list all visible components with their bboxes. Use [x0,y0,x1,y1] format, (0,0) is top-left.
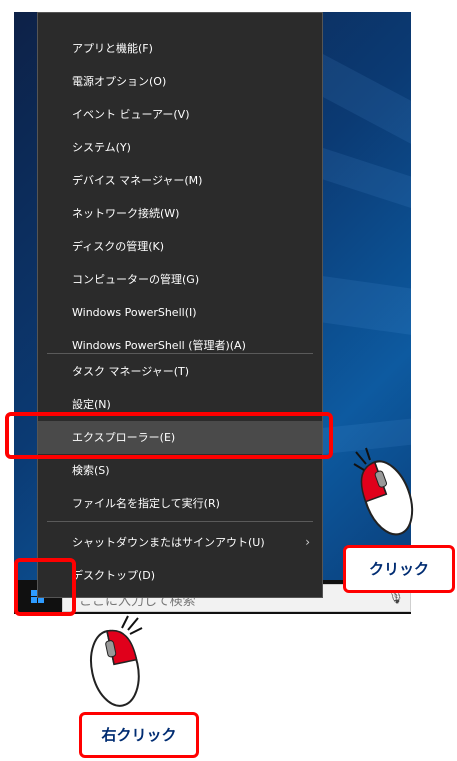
menu-item-task-manager[interactable]: タスク マネージャー(T) [38,355,322,388]
menu-item-powershell[interactable]: Windows PowerShell(I) [38,296,322,329]
menu-item-network-connections[interactable]: ネットワーク接続(W) [38,197,322,230]
click-label: クリック [343,545,455,593]
menu-item-power-options[interactable]: 電源オプション(O) [38,65,322,98]
menu-item-event-viewer[interactable]: イベント ビューアー(V) [38,98,322,131]
start-button-highlight-box [14,558,76,616]
right-click-label: 右クリック [79,712,199,758]
menu-separator [47,521,313,522]
winx-context-menu: アプリと機能(F) 電源オプション(O) イベント ビューアー(V) システム(… [37,12,323,598]
menu-item-computer-management[interactable]: コンピューターの管理(G) [38,263,322,296]
menu-item-run[interactable]: ファイル名を指定して実行(R) [38,487,322,520]
menu-item-apps-features[interactable]: アプリと機能(F) [38,32,322,65]
menu-item-label: シャットダウンまたはサインアウト(U) [72,536,265,549]
mouse-right-click-icon [90,615,143,707]
explorer-highlight-box [5,412,333,459]
menu-item-shutdown-signout[interactable]: シャットダウンまたはサインアウト(U) › [38,526,322,559]
menu-item-disk-management[interactable]: ディスクの管理(K) [38,230,322,263]
menu-item-device-manager[interactable]: デバイス マネージャー(M) [38,164,322,197]
menu-item-system[interactable]: システム(Y) [38,131,322,164]
menu-item-desktop[interactable]: デスクトップ(D) [38,559,322,592]
chevron-right-icon: › [305,535,310,549]
mouse-left-click-icon [353,447,414,536]
menu-separator [47,353,313,354]
